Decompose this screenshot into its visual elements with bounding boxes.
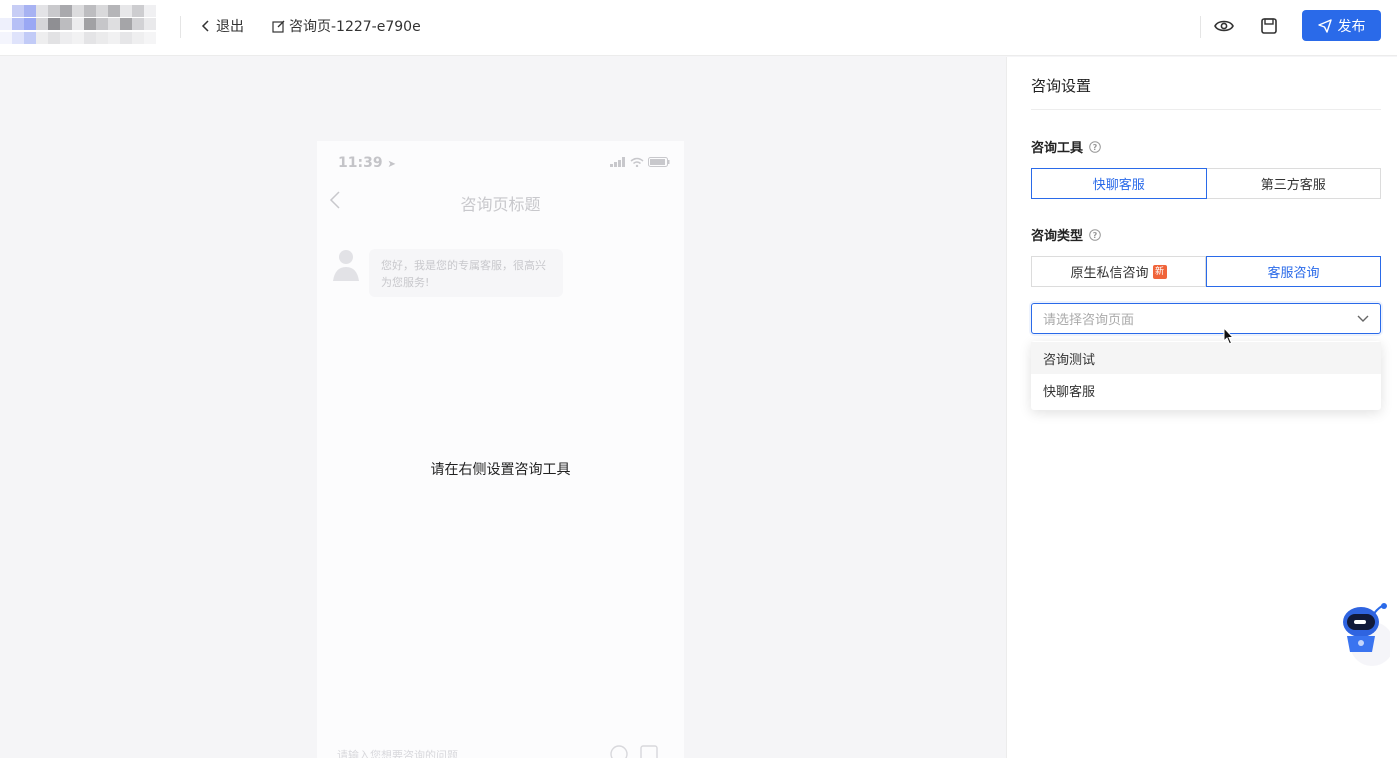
- phone-page-title: 咨询页标题: [460, 195, 541, 214]
- top-header: 退出 咨询页-1227-e790e 发布: [0, 0, 1397, 56]
- publish-button[interactable]: 发布: [1302, 10, 1381, 41]
- consult-page-select[interactable]: 请选择咨询页面: [1031, 303, 1381, 334]
- tool-section-label: 咨询工具 ?: [1031, 137, 1101, 156]
- save-button[interactable]: [1257, 14, 1281, 38]
- exit-button[interactable]: 退出: [200, 16, 244, 36]
- header-divider-right: [1200, 16, 1201, 38]
- save-icon: [1261, 18, 1277, 34]
- phone-input-placeholder: 请输入您想要咨询的问题: [337, 749, 458, 758]
- select-dropdown: 咨询测试 快聊客服: [1031, 341, 1381, 410]
- tool-segmented-control: 快聊客服 第三方客服: [1031, 168, 1381, 199]
- setup-hint: 请在右侧设置咨询工具: [430, 462, 571, 478]
- eye-icon: [1214, 20, 1234, 32]
- location-icon: ➤: [387, 159, 396, 170]
- blurred-logo: [0, 5, 160, 45]
- phone-preview: 11:39 ➤ 咨询页标题 您好，我是您的专属客服，很高兴为您服务! 请在右侧设…: [317, 141, 684, 758]
- phone-input-icons: [610, 745, 658, 758]
- tool-option-kuailiao[interactable]: 快聊客服: [1031, 168, 1207, 199]
- tool-option-third-party[interactable]: 第三方客服: [1206, 168, 1381, 199]
- svg-text:?: ?: [1093, 231, 1098, 240]
- signal-icon: [610, 157, 625, 167]
- assistant-robot-icon[interactable]: [1336, 598, 1394, 668]
- dropdown-option[interactable]: 咨询测试: [1031, 342, 1381, 374]
- help-icon[interactable]: ?: [1089, 140, 1101, 153]
- type-option-native-dm[interactable]: 原生私信咨询 新: [1031, 256, 1206, 287]
- publish-label: 发布: [1337, 18, 1366, 35]
- page-name: 咨询页-1227-e790e: [289, 19, 421, 35]
- dropdown-option[interactable]: 快聊客服: [1031, 374, 1381, 406]
- chevron-down-icon: [1357, 315, 1369, 322]
- send-icon: [1317, 18, 1332, 33]
- agent-avatar: [331, 247, 361, 281]
- emoji-icon: [610, 745, 628, 758]
- type-section-label: 咨询类型 ?: [1031, 225, 1101, 244]
- phone-time: 11:39 ➤: [338, 155, 396, 171]
- type-segmented-control: 原生私信咨询 新 客服咨询: [1031, 256, 1381, 287]
- help-icon[interactable]: ?: [1089, 228, 1101, 241]
- edit-icon: [272, 20, 285, 33]
- chevron-left-icon: [201, 20, 209, 32]
- battery-icon: [648, 157, 670, 167]
- panel-divider: [1031, 109, 1381, 110]
- exit-label: 退出: [216, 19, 244, 35]
- svg-text:?: ?: [1093, 143, 1098, 152]
- select-placeholder: 请选择咨询页面: [1043, 313, 1135, 328]
- type-option-customer-service[interactable]: 客服咨询: [1206, 256, 1381, 287]
- greeting-bubble: 您好，我是您的专属客服，很高兴为您服务!: [369, 249, 563, 297]
- preview-button[interactable]: [1212, 14, 1236, 38]
- image-icon: [640, 745, 658, 758]
- page-name-edit[interactable]: 咨询页-1227-e790e: [272, 16, 421, 36]
- phone-status-icons: [610, 157, 670, 167]
- mouse-cursor-icon: [1223, 327, 1235, 345]
- panel-title: 咨询设置: [1031, 77, 1092, 95]
- header-divider: [180, 16, 181, 38]
- wifi-icon: [630, 157, 644, 167]
- new-badge: 新: [1152, 264, 1167, 279]
